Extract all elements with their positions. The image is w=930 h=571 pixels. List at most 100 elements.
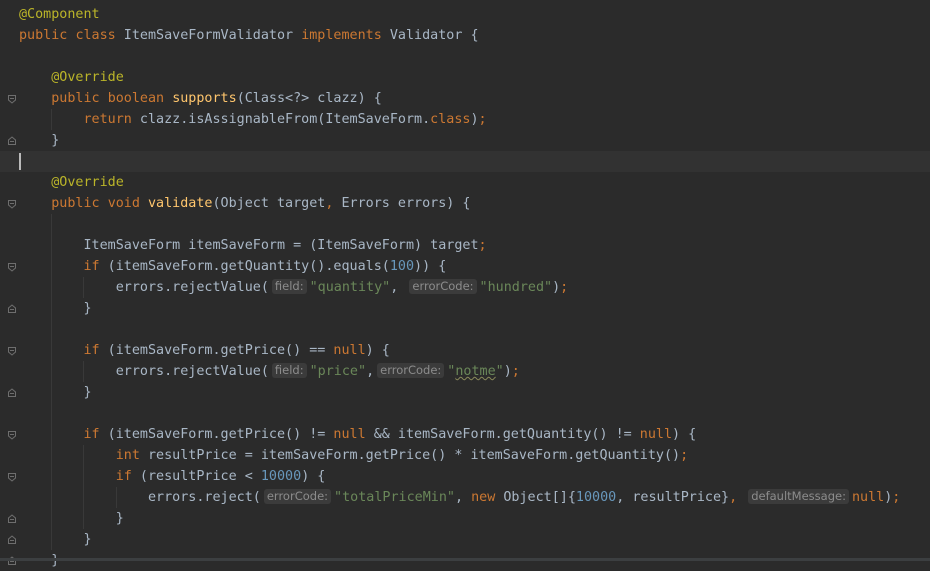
code-line-text: @Override xyxy=(19,67,124,88)
code-token: Object[]{ xyxy=(495,490,576,505)
fold-open-icon[interactable] xyxy=(7,94,17,104)
code-line[interactable]: if (itemSaveForm.getPrice() == null) { xyxy=(0,340,930,361)
indent-guide xyxy=(116,487,117,508)
code-line[interactable]: if (itemSaveForm.getQuantity().equals(10… xyxy=(0,256,930,277)
indent-guide xyxy=(83,277,84,298)
code-line[interactable]: return clazz.isAssignableFrom(ItemSaveFo… xyxy=(0,109,930,130)
code-token: resultPrice} xyxy=(624,490,730,505)
parameter-hint: errorCode: xyxy=(409,279,477,294)
code-line[interactable]: public class ItemSaveFormValidator imple… xyxy=(0,25,930,46)
code-line[interactable]: errors.rejectValue(field: "quantity", err… xyxy=(0,277,930,298)
code-line[interactable]: ItemSaveForm itemSaveForm = (ItemSaveFor… xyxy=(0,235,930,256)
indent-guide xyxy=(51,109,52,130)
code-token: (resultPrice < xyxy=(131,469,261,484)
code-editor[interactable]: @Component public class ItemSaveFormValid… xyxy=(0,0,930,568)
code-token: "price" xyxy=(309,364,367,379)
code-token: "hundred" xyxy=(479,280,553,295)
parameter-hint: field: xyxy=(271,363,307,378)
code-line-text: public class ItemSaveFormValidator imple… xyxy=(19,25,479,46)
code-token: errors.rejectValue( xyxy=(19,280,269,295)
code-line[interactable] xyxy=(0,151,930,172)
fold-close-icon[interactable] xyxy=(7,304,17,314)
code-line-text: errors.rejectValue(field: "quantity", err… xyxy=(19,277,568,298)
code-token: } xyxy=(19,532,92,547)
code-token: null xyxy=(639,427,673,442)
code-token: ; xyxy=(680,448,689,463)
code-token: } xyxy=(19,133,60,148)
fold-open-icon[interactable] xyxy=(7,430,17,440)
parameter-hint: errorCode: xyxy=(377,363,445,378)
code-token: (itemSaveForm.getPrice() == xyxy=(99,343,334,358)
fold-close-icon[interactable] xyxy=(7,136,17,146)
code-token: ) xyxy=(470,112,479,127)
code-line[interactable] xyxy=(0,319,930,340)
code-line[interactable] xyxy=(0,214,930,235)
code-token: ; xyxy=(560,280,569,295)
code-token: errors.reject( xyxy=(19,490,261,505)
code-token: null xyxy=(333,343,366,358)
code-line-text: if (itemSaveForm.getPrice() != null && i… xyxy=(19,424,697,445)
code-token: , xyxy=(366,364,375,379)
code-token: ) { xyxy=(672,427,697,442)
fold-close-icon[interactable] xyxy=(7,388,17,398)
code-token: 10000 xyxy=(260,469,302,484)
code-line[interactable]: } xyxy=(0,130,930,151)
code-token: , xyxy=(729,490,738,505)
code-token: ItemSaveForm itemSaveForm = (ItemSaveFor… xyxy=(19,238,479,253)
code-line[interactable] xyxy=(0,403,930,424)
parameter-hint: field: xyxy=(271,279,307,294)
code-line[interactable]: public boolean supports(Class<?> clazz) … xyxy=(0,88,930,109)
code-line[interactable]: public void validate(Object target, Erro… xyxy=(0,193,930,214)
code-line[interactable]: errors.rejectValue(field: "price", errorCo… xyxy=(0,361,930,382)
fold-open-icon[interactable] xyxy=(7,346,17,356)
code-token: )) { xyxy=(414,259,447,274)
code-token: public xyxy=(51,91,100,106)
code-line[interactable]: @Component xyxy=(0,4,930,25)
code-token: ) xyxy=(503,364,512,379)
code-line[interactable] xyxy=(0,46,930,67)
code-token: ; xyxy=(478,238,487,253)
code-token: if xyxy=(83,343,100,358)
code-token: (itemSaveForm.getQuantity().equals( xyxy=(99,259,390,274)
code-line-text: errors.reject(errorCode: "totalPriceMin",… xyxy=(19,487,900,508)
code-line-text: ItemSaveForm itemSaveForm = (ItemSaveFor… xyxy=(19,235,487,256)
code-line[interactable]: } xyxy=(0,382,930,403)
code-token: } xyxy=(19,511,124,526)
code-token: @Component xyxy=(19,7,100,22)
code-token: return xyxy=(83,112,132,127)
fold-close-icon[interactable] xyxy=(7,514,17,524)
fold-open-icon[interactable] xyxy=(7,472,17,482)
code-token: Validator { xyxy=(381,28,479,43)
code-line[interactable]: @Override xyxy=(0,172,930,193)
code-line[interactable]: } xyxy=(0,298,930,319)
code-token: new xyxy=(471,490,496,505)
text-caret xyxy=(19,153,21,170)
code-line[interactable]: errors.reject(errorCode: "totalPriceMin",… xyxy=(0,487,930,508)
code-line[interactable]: } xyxy=(0,508,930,529)
code-token: ) { xyxy=(301,469,326,484)
fold-close-icon[interactable] xyxy=(7,535,17,545)
code-line[interactable]: @Override xyxy=(0,67,930,88)
fold-open-icon[interactable] xyxy=(7,199,17,209)
code-line-text: if (itemSaveForm.getQuantity().equals(10… xyxy=(19,256,447,277)
code-line-text: @Override xyxy=(19,172,124,193)
code-token: if xyxy=(83,427,100,442)
code-token: ; xyxy=(892,490,901,505)
code-line-text: errors.rejectValue(field: "price", errorCo… xyxy=(19,361,520,382)
code-token: 100 xyxy=(389,259,415,274)
code-line-text: } xyxy=(19,508,124,529)
code-line[interactable]: } xyxy=(0,529,930,550)
code-token: class xyxy=(75,28,116,43)
code-line[interactable]: int resultPrice = itemSaveForm.getPrice(… xyxy=(0,445,930,466)
code-token: ; xyxy=(511,364,520,379)
code-line[interactable]: if (resultPrice < 10000) { xyxy=(0,466,930,487)
indent-guide xyxy=(83,445,84,529)
fold-open-icon[interactable] xyxy=(7,262,17,272)
code-line[interactable]: if (itemSaveForm.getPrice() != null && i… xyxy=(0,424,930,445)
